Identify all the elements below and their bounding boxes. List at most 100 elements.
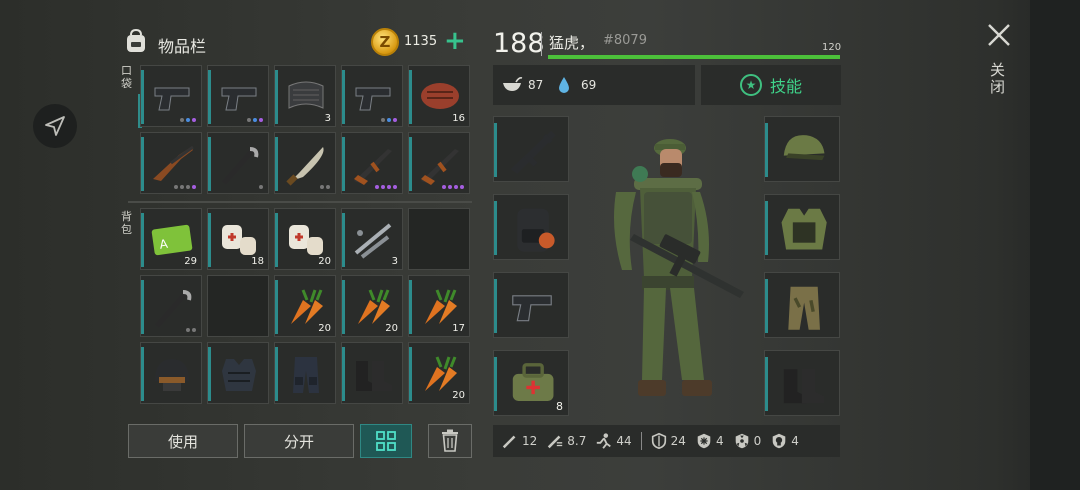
machete-icon	[286, 147, 324, 186]
backpack-slot[interactable]: 3	[341, 208, 403, 270]
equipment-slot[interactable]	[764, 272, 840, 338]
backpack-slot[interactable]: 20	[274, 275, 336, 337]
durability-dot	[448, 185, 452, 189]
stat-melee-damage: 12	[501, 432, 537, 450]
durability-dot	[186, 185, 190, 189]
slot-quality-bar	[494, 279, 497, 333]
coin-icon: Z	[371, 28, 399, 56]
skills-button[interactable]: ★ 技能	[701, 65, 841, 105]
durability-dot	[442, 185, 446, 189]
stat-attack-speed: 8.7	[546, 432, 586, 450]
pockets-label: 口袋	[121, 64, 132, 90]
stat-value: 44	[616, 434, 632, 448]
durability-dot	[393, 185, 397, 189]
item-count: 16	[452, 113, 465, 124]
backpack-slot[interactable]: 18	[207, 208, 269, 270]
equipment-slot[interactable]: 8	[493, 350, 569, 416]
add-coins-button[interactable]: +	[444, 27, 466, 55]
durability-dots	[375, 185, 397, 189]
durability-dots	[186, 328, 196, 332]
equipment-slot[interactable]	[493, 194, 569, 260]
slot-quality-bar	[342, 280, 345, 334]
hunger-icon	[503, 77, 523, 91]
pocket-slot[interactable]: 3	[274, 65, 336, 127]
xp-max: 120	[822, 42, 842, 53]
skills-label: 技能	[769, 77, 802, 96]
player-name: 猛虎，	[549, 34, 595, 52]
item-count: 29	[184, 256, 197, 267]
durability-dot	[381, 185, 385, 189]
item-count: 18	[251, 256, 264, 267]
durability-dot	[320, 185, 324, 189]
backpack-slot[interactable]	[207, 275, 269, 337]
trash-button[interactable]	[428, 424, 472, 458]
backpack-slot[interactable]: 20	[274, 208, 336, 270]
cold-resist-icon	[697, 433, 711, 449]
durability-dots	[180, 118, 196, 122]
pocket-slot[interactable]	[341, 132, 403, 194]
stat-cold-resist: 4	[695, 432, 724, 450]
equipment-slot[interactable]	[493, 116, 569, 182]
grid-view-button[interactable]	[360, 424, 412, 458]
xp-bar	[548, 55, 840, 59]
boots-icon	[356, 361, 392, 391]
map-button[interactable]	[33, 104, 77, 148]
pocket-slot[interactable]	[274, 132, 336, 194]
armor-pants-icon	[293, 357, 319, 393]
item-count: 20	[452, 390, 465, 401]
backpack-slot[interactable]: 20	[341, 275, 403, 337]
durability-dots	[259, 185, 263, 189]
slot-quality-bar	[208, 137, 211, 191]
backpack-slot[interactable]	[207, 342, 269, 404]
star-icon: ★	[739, 74, 762, 96]
pocket-slot[interactable]	[207, 132, 269, 194]
crowbar-icon	[222, 147, 259, 185]
close-icon[interactable]	[986, 22, 1012, 48]
backpack-slot[interactable]	[140, 275, 202, 337]
backpack-slot[interactable]: 17	[408, 275, 470, 337]
durability-dot	[387, 185, 391, 189]
durability-dot	[192, 118, 196, 122]
level-separator	[541, 32, 542, 56]
backpack-slot[interactable]	[408, 208, 470, 270]
rifle-icon	[354, 149, 392, 185]
pocket-slot[interactable]	[140, 132, 202, 194]
equipment-slot[interactable]	[493, 272, 569, 338]
durability-dot	[174, 185, 178, 189]
backpack-slot[interactable]	[341, 342, 403, 404]
pocket-slot[interactable]	[341, 65, 403, 127]
pocket-slot[interactable]	[408, 132, 470, 194]
close-label[interactable]: 关闭	[990, 62, 1008, 96]
pocket-slot[interactable]	[207, 65, 269, 127]
durability-dot	[192, 185, 196, 189]
backpack-slot[interactable]: 20	[408, 342, 470, 404]
durability-dot	[259, 118, 263, 122]
slot-quality-bar	[275, 137, 278, 191]
stat-armor: 24	[650, 432, 686, 450]
backpack-slot[interactable]	[140, 342, 202, 404]
equipment-slot[interactable]	[764, 116, 840, 182]
use-button[interactable]: 使用	[128, 424, 238, 458]
slot-quality-bar	[409, 347, 412, 401]
slot-quality-bar	[141, 213, 144, 267]
slot-quality-bar	[141, 70, 144, 124]
vitals-panel: 87 69	[493, 65, 695, 105]
stats-separator	[640, 432, 642, 450]
equipment-slot[interactable]	[764, 194, 840, 260]
durability-dot	[247, 118, 251, 122]
stat-value: 4	[715, 434, 724, 448]
equipment-slot[interactable]	[764, 350, 840, 416]
backpack-slot[interactable]: A 29	[140, 208, 202, 270]
attack-speed-icon	[548, 435, 563, 449]
pocket-slot[interactable]	[140, 65, 202, 127]
durability-dots	[320, 185, 330, 189]
split-button[interactable]: 分开	[244, 424, 354, 458]
slot-quality-bar	[275, 280, 278, 334]
boots-icon	[783, 369, 825, 404]
slot-quality-bar	[342, 137, 345, 191]
trash-icon	[442, 429, 458, 452]
backpack-slot[interactable]	[274, 342, 336, 404]
slot-quality-bar	[275, 347, 278, 401]
durability-dot	[460, 185, 464, 189]
pocket-slot[interactable]: 16	[408, 65, 470, 127]
